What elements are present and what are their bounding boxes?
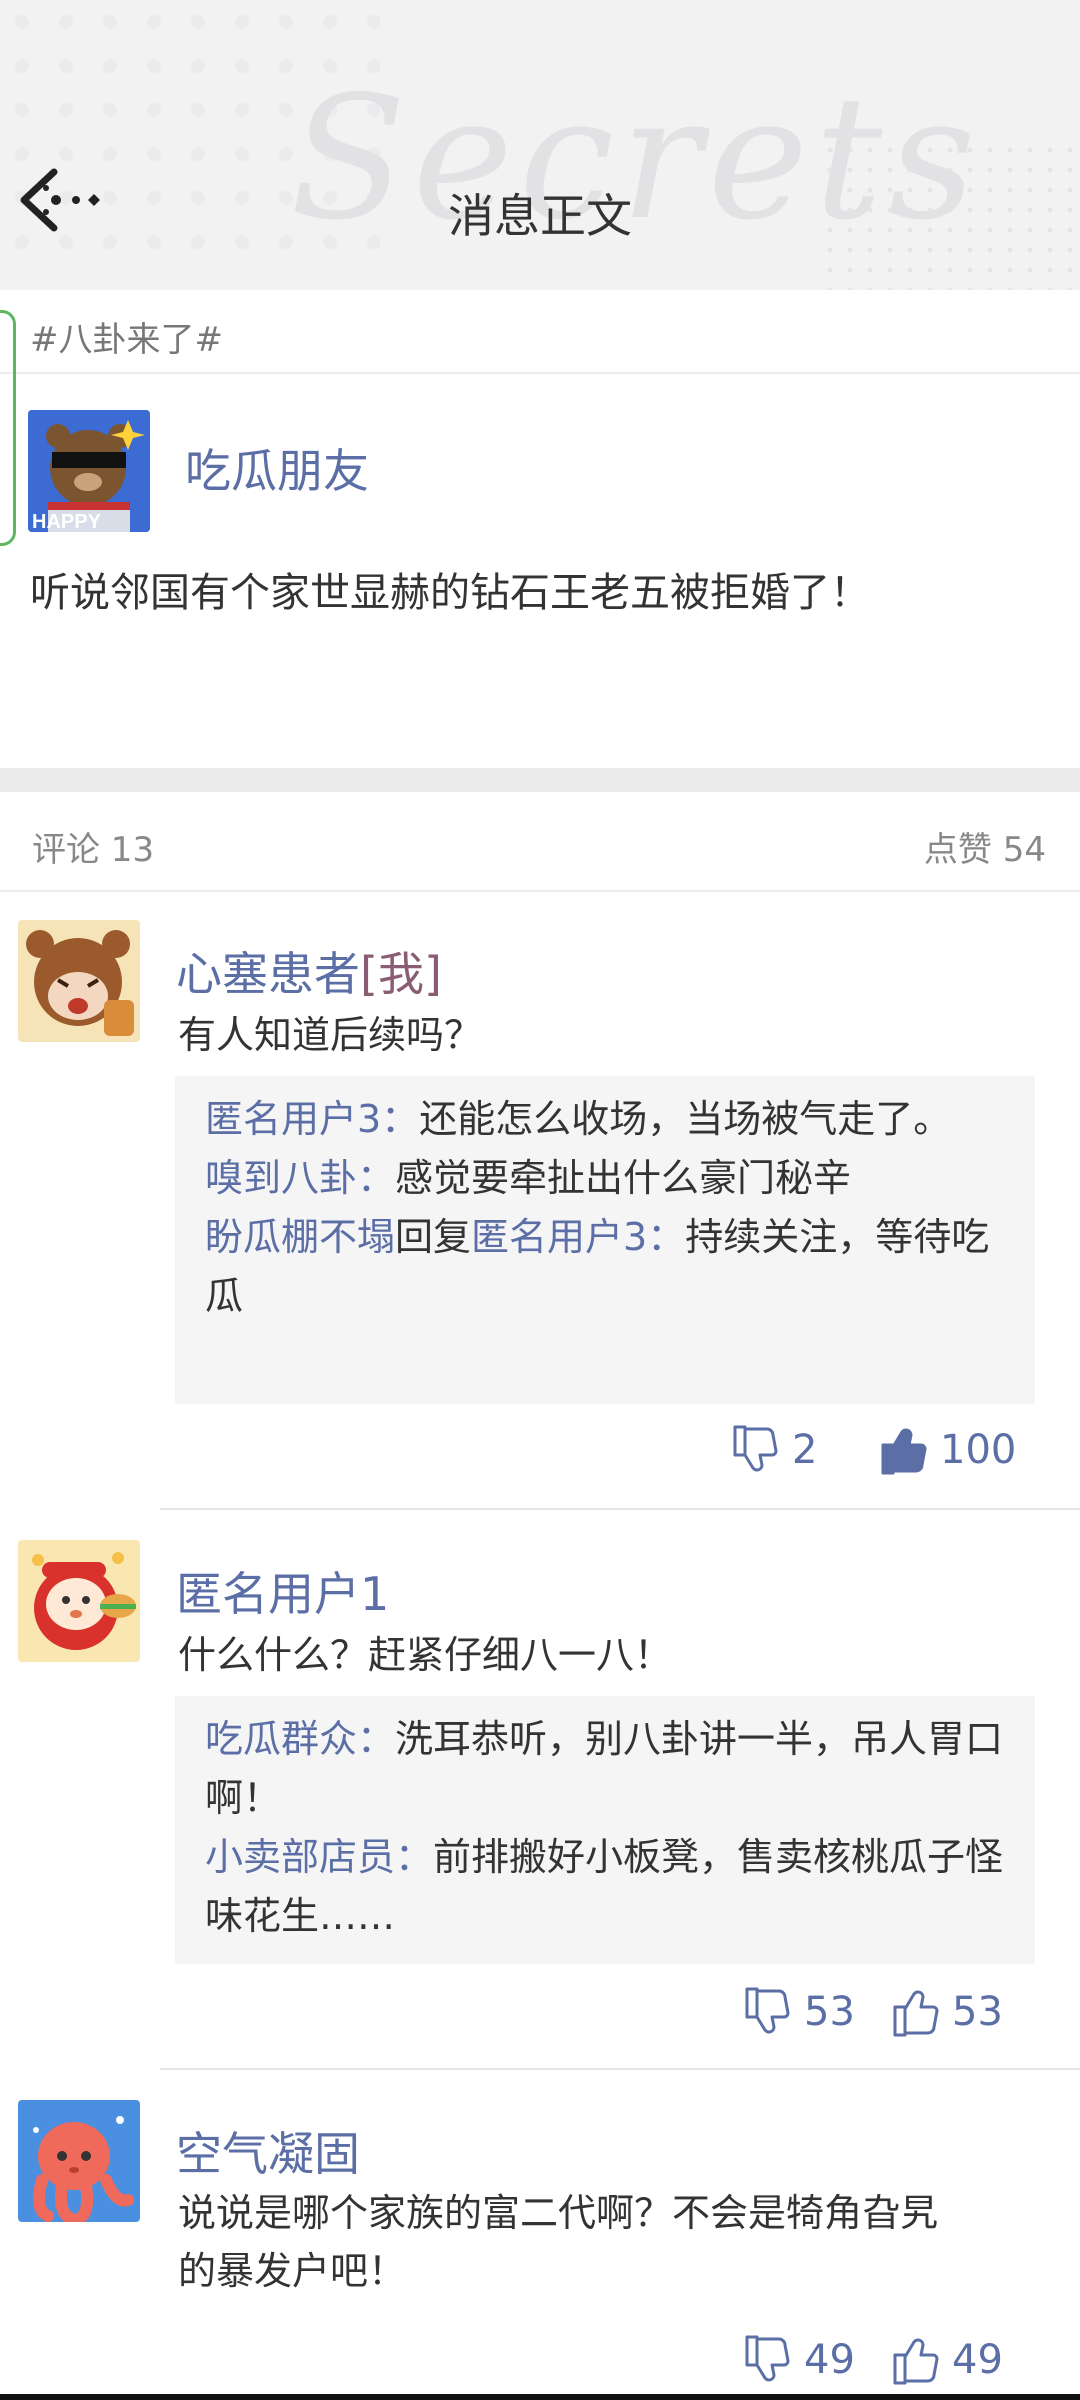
dislike-button[interactable]: 53 (744, 1982, 855, 2042)
comment-divider (160, 2068, 1080, 2070)
reply-item[interactable]: 嗅到八卦：感觉要牵扯出什么豪门秘辛 (205, 1149, 1005, 1208)
dislike-button[interactable]: 2 (732, 1420, 817, 1480)
reply-user[interactable]: 吃瓜群众： (205, 1717, 395, 1761)
thumbs-down-icon (745, 1987, 790, 2034)
avatar-chick-burger (18, 1540, 140, 1662)
commenter-name[interactable]: 心塞患者[我] (176, 938, 442, 1004)
reply-item[interactable]: 匿名用户3：还能怎么收场，当场被气走了。 (205, 1090, 1005, 1149)
post-author-avatar[interactable]: HAPPY (28, 410, 150, 532)
reply-connector: 回复 (395, 1215, 472, 1259)
post-author-name[interactable]: 吃瓜朋友 (185, 435, 369, 501)
thumbs-up-icon (893, 1990, 939, 2037)
comment-item: 心塞患者[我] 有人知道后续吗？ 匿名用户3：还能怎么收场，当场被气走了。 嗅到… (0, 900, 1080, 1510)
svg-text:HAPPY: HAPPY (32, 511, 102, 532)
dislike-count: 53 (804, 1989, 855, 2035)
header-bar: Secrets 消息正文 (0, 0, 1080, 290)
commenter-avatar[interactable] (18, 920, 140, 1042)
like-button[interactable]: 53 (892, 1982, 1003, 2042)
comment-item: 空气凝固 说说是哪个家族的富二代啊？不会是犄角旮旯 的暴发户吧！ 49 49 (0, 2080, 1080, 2394)
vote-bar: 2 100 (732, 1420, 1052, 1480)
dislike-count: 2 (792, 1427, 818, 1473)
like-count: 49 (952, 2337, 1003, 2383)
like-count: 53 (952, 1989, 1003, 2035)
vote-bar: 53 53 (744, 1982, 1034, 2042)
comment-text: 什么什么？赶紧仔细八一八！ (178, 1633, 673, 1677)
reply-user[interactable]: 嗅到八卦： (205, 1156, 395, 1200)
avatar-bear-crying (18, 920, 140, 1042)
thumbs-up-icon (893, 2338, 939, 2385)
reply-user[interactable]: 盼瓜棚不塌 (205, 1215, 395, 1259)
reply-text: 感觉要牵扯出什么豪门秘辛 (395, 1156, 852, 1200)
avatar-bear-sunglasses: HAPPY (28, 410, 150, 532)
comment-item: 匿名用户1 什么什么？赶紧仔细八一八！ 吃瓜群众：洗耳恭听，别八卦讲一半，吊人胃… (0, 1520, 1080, 2070)
reply-list: 匿名用户3：还能怎么收场，当场被气走了。 嗅到八卦：感觉要牵扯出什么豪门秘辛 盼… (175, 1076, 1035, 1404)
thumbs-up-icon (881, 1428, 927, 1475)
commenter-name[interactable]: 匿名用户1 (176, 1558, 389, 1624)
bottom-edge (0, 2394, 1080, 2400)
comment-text-line: 说说是哪个家族的富二代啊？不会是犄角旮旯 (178, 2191, 939, 2235)
comment-text-line: 的暴发户吧！ (178, 2249, 407, 2293)
like-button[interactable]: 49 (892, 2330, 1003, 2390)
dislike-count: 49 (804, 2337, 855, 2383)
thumbs-down-icon (745, 2335, 790, 2382)
vote-bar: 49 49 (744, 2330, 1034, 2390)
comment-divider (160, 1508, 1080, 1510)
commenter-name[interactable]: 空气凝固 (176, 2118, 360, 2184)
reply-user[interactable]: 小卖部店员： (205, 1835, 433, 1879)
post-stats: 评论 13 点赞 54 (0, 792, 1080, 892)
reply-item[interactable]: 小卖部店员：前排搬好小板凳，售卖核桃瓜子怪味花生…… (205, 1828, 1005, 1946)
like-button[interactable]: 100 (880, 1420, 1016, 1480)
commenter-avatar[interactable] (18, 1540, 140, 1662)
reply-user[interactable]: 匿名用户3： (205, 1097, 419, 1141)
comment-text: 说说是哪个家族的富二代啊？不会是犄角旮旯 的暴发户吧！ (178, 2184, 938, 2300)
thumbs-down-icon (733, 1425, 778, 1472)
topic-label[interactable]: #八卦来了# (30, 312, 223, 361)
reply-text: 还能怎么收场，当场被气走了。 (419, 1097, 952, 1141)
topic-bar[interactable]: #八卦来了# (0, 290, 1080, 374)
dislike-button[interactable]: 49 (744, 2330, 855, 2390)
avatar-octopus (18, 2100, 140, 2222)
comment-text: 有人知道后续吗？ (178, 1013, 483, 1057)
self-tag: [我] (360, 947, 442, 1001)
like-count: 点赞 54 (923, 830, 1046, 870)
commenter-avatar[interactable] (18, 2100, 140, 2222)
edge-handle[interactable] (0, 310, 16, 546)
reply-list: 吃瓜群众：洗耳恭听，别八卦讲一半，吊人胃口啊！ 小卖部店员：前排搬好小板凳，售卖… (175, 1696, 1035, 1964)
page-title: 消息正文 (448, 189, 632, 243)
reply-item[interactable]: 吃瓜群众：洗耳恭听，别八卦讲一半，吊人胃口啊！ (205, 1710, 1005, 1828)
section-separator (0, 768, 1080, 792)
comment-count: 评论 13 (32, 830, 155, 870)
like-count: 100 (940, 1427, 1017, 1473)
reply-target[interactable]: 匿名用户3： (471, 1215, 685, 1259)
post-content: 听说邻国有个家世显赫的钻石王老五被拒婚了！ (30, 570, 870, 616)
reply-item[interactable]: 盼瓜棚不塌回复匿名用户3：持续关注，等待吃瓜 (205, 1208, 1005, 1326)
